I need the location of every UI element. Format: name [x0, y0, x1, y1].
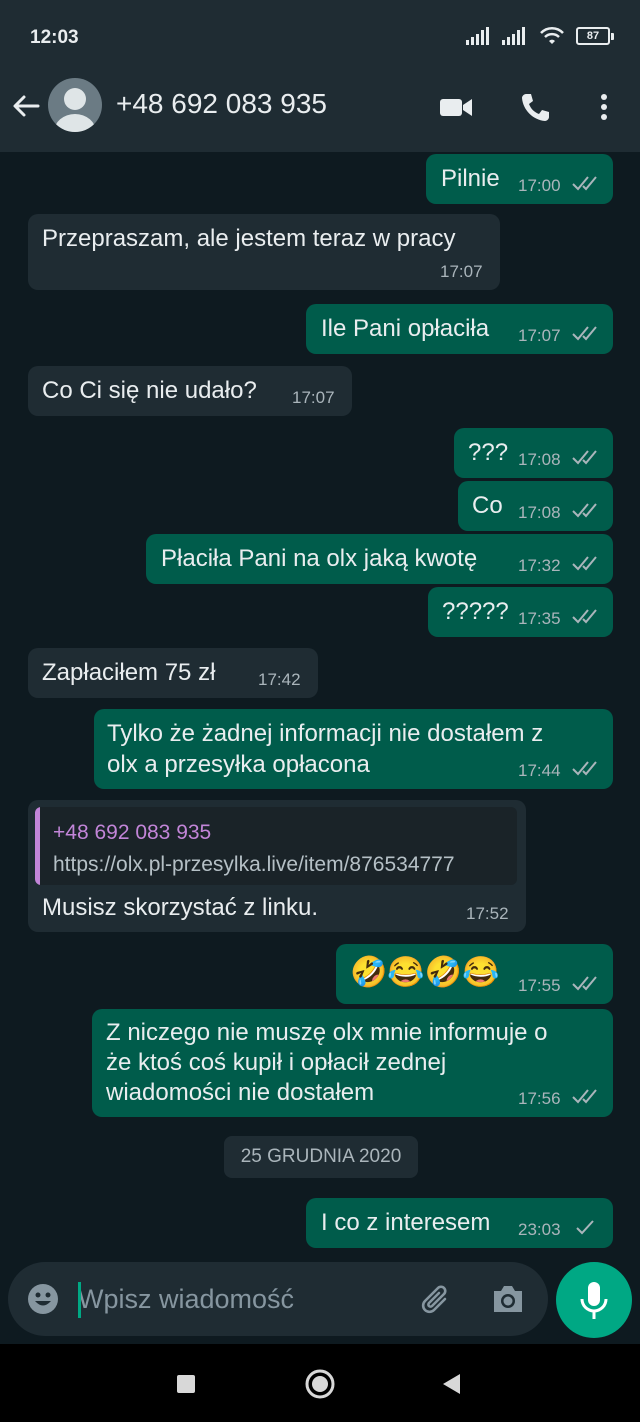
- message-text: wiadomości nie dostałem: [106, 1079, 375, 1106]
- message-incoming[interactable]: Przepraszam, ale jestem teraz w pracy 17…: [28, 214, 500, 290]
- message-outgoing[interactable]: Ile Pani opłaciła 17:07: [306, 304, 613, 354]
- message-composer: [8, 1262, 548, 1336]
- message-text: Z niczego nie muszę olx mnie informuje o: [106, 1019, 548, 1046]
- video-call-icon[interactable]: [438, 90, 474, 124]
- quoted-message[interactable]: +48 692 083 935 https://olx.pl-przesylka…: [35, 807, 517, 885]
- message-text: 🤣😂🤣😂: [350, 956, 500, 989]
- avatar[interactable]: [48, 78, 102, 132]
- text-caret: [78, 1282, 81, 1318]
- quote-bar: [35, 807, 40, 885]
- message-incoming[interactable]: Co Ci się nie udało? 17:07: [28, 366, 352, 416]
- emoji-icon[interactable]: [26, 1282, 60, 1316]
- double-check-icon: [572, 176, 597, 191]
- message-text: Ile Pani opłaciła: [321, 315, 490, 342]
- more-vert-icon[interactable]: [586, 90, 622, 124]
- wifi-icon: [540, 26, 564, 44]
- double-check-icon: [572, 761, 597, 776]
- chat-header: +48 692 083 935: [0, 60, 640, 152]
- double-check-icon: [572, 450, 597, 465]
- message-time: 23:03: [518, 1220, 561, 1239]
- double-check-icon: [572, 326, 597, 341]
- date-separator: 25 GRUDNIA 2020: [224, 1136, 418, 1178]
- mic-button[interactable]: [556, 1262, 632, 1338]
- message-text: Pilnie: [441, 165, 500, 192]
- single-check-icon: [576, 1220, 594, 1235]
- message-text: że ktoś coś kupił i opłacił zednej: [106, 1049, 447, 1076]
- contact-name[interactable]: +48 692 083 935: [116, 88, 327, 120]
- double-check-icon: [572, 976, 597, 991]
- message-outgoing[interactable]: ??? 17:08: [454, 428, 613, 478]
- message-time: 17:07: [292, 388, 335, 407]
- message-incoming[interactable]: Zapłaciłem 75 zł 17:42: [28, 648, 318, 698]
- message-text: ???: [468, 439, 509, 466]
- status-bar: 12:03 87: [0, 0, 640, 60]
- message-text: I co z interesem: [321, 1209, 491, 1236]
- status-time: 12:03: [30, 27, 79, 48]
- chat-area: Pilnie 17:00 Przepraszam, ale jestem ter…: [0, 152, 640, 1262]
- message-outgoing[interactable]: Tylko że żadnej informacji nie dostałem …: [94, 709, 613, 789]
- message-time: 17:56: [518, 1089, 561, 1108]
- message-incoming-reply[interactable]: +48 692 083 935 https://olx.pl-przesylka…: [28, 800, 526, 932]
- double-check-icon: [572, 556, 597, 571]
- battery-icon: 87: [576, 27, 614, 45]
- message-outgoing[interactable]: ????? 17:35: [428, 587, 613, 637]
- home-circle-icon[interactable]: [304, 1368, 336, 1400]
- message-text: Zapłaciłem 75 zł: [42, 659, 216, 686]
- voice-call-icon[interactable]: [518, 90, 554, 124]
- message-outgoing[interactable]: Z niczego nie muszę olx mnie informuje o…: [92, 1009, 613, 1117]
- message-text: Co Ci się nie udało?: [42, 377, 257, 404]
- system-nav-bar: [0, 1344, 640, 1422]
- message-text: Tylko że żadnej informacji nie dostałem …: [107, 720, 544, 747]
- mic-icon: [580, 1282, 608, 1319]
- quote-link[interactable]: https://olx.pl-przesylka.live/item/87653…: [53, 853, 455, 877]
- signal-icon: [466, 27, 489, 45]
- message-time: 17:32: [518, 556, 561, 575]
- message-text: olx a przesyłka opłacona: [107, 751, 370, 778]
- message-outgoing[interactable]: I co z interesem 23:03: [306, 1198, 613, 1248]
- back-triangle-icon[interactable]: [440, 1372, 462, 1396]
- recents-square-icon[interactable]: [176, 1374, 196, 1394]
- message-text: Musisz skorzystać z linku.: [42, 894, 319, 921]
- message-input[interactable]: [78, 1276, 398, 1322]
- message-time: 17:44: [518, 761, 561, 780]
- message-time: 17:07: [440, 262, 483, 281]
- message-time: 17:08: [518, 450, 561, 469]
- back-arrow-icon[interactable]: [10, 90, 42, 122]
- message-time: 17:52: [466, 904, 509, 923]
- signal-icon-2: [502, 27, 525, 45]
- double-check-icon: [572, 1089, 597, 1104]
- message-time: 17:07: [518, 326, 561, 345]
- message-outgoing[interactable]: Pilnie 17:00: [426, 154, 613, 204]
- status-icons: 87: [466, 26, 614, 46]
- message-outgoing[interactable]: Co 17:08: [458, 481, 613, 531]
- message-time: 17:00: [518, 176, 561, 195]
- message-text: Płaciła Pani na olx jaką kwotę: [161, 545, 478, 572]
- battery-level: 87: [576, 27, 610, 45]
- message-outgoing[interactable]: Płaciła Pani na olx jaką kwotę 17:32: [146, 534, 613, 584]
- avatar-placeholder-icon: [54, 88, 96, 132]
- message-outgoing[interactable]: 🤣😂🤣😂 17:55: [336, 944, 613, 1004]
- message-text: Przepraszam, ale jestem teraz w pracy: [42, 225, 456, 252]
- message-time: 17:08: [518, 503, 561, 522]
- quote-author: +48 692 083 935: [53, 821, 212, 844]
- double-check-icon: [572, 609, 597, 624]
- message-text: ?????: [442, 598, 509, 625]
- message-time: 17:35: [518, 609, 561, 628]
- message-time: 17:55: [518, 976, 561, 995]
- message-text: Co: [472, 492, 503, 519]
- camera-icon[interactable]: [490, 1282, 526, 1316]
- message-time: 17:42: [258, 670, 301, 689]
- attach-icon[interactable]: [418, 1282, 454, 1318]
- double-check-icon: [572, 503, 597, 518]
